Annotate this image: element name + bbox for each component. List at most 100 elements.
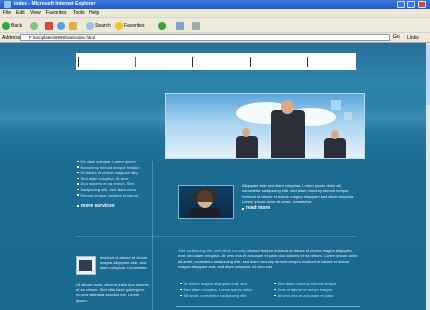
businessman-head xyxy=(331,130,339,139)
media-button[interactable] xyxy=(158,21,166,30)
vertical-scrollbar[interactable] xyxy=(426,43,430,310)
businessman-head xyxy=(242,128,250,137)
menu-bar: File Edit View Favorites Tools Help xyxy=(0,9,430,17)
bottom-left-text: Invidunt ut labore et dolore magna aliqu… xyxy=(100,255,148,271)
favorites-label: Favorites xyxy=(124,22,145,29)
mail-button[interactable] xyxy=(176,21,184,30)
back-label: Back xyxy=(11,22,23,29)
forward-icon xyxy=(30,21,38,30)
page-viewport: Ed diam volutpat. Lorem ipsum Nonummy ei… xyxy=(0,43,426,310)
home-icon xyxy=(69,21,77,30)
businessman-figure xyxy=(324,138,346,158)
woman-hair xyxy=(193,188,217,202)
deco-square xyxy=(344,112,352,120)
list-item[interactable]: Duo dolores et ea rebum. Stet xyxy=(77,181,149,186)
nav-divider[interactable] xyxy=(250,57,251,67)
back-icon xyxy=(2,21,10,30)
nav-divider[interactable] xyxy=(135,57,136,67)
refresh-icon xyxy=(57,21,65,30)
print-icon xyxy=(192,21,200,30)
ie-icon xyxy=(4,1,11,8)
bullet-icon xyxy=(77,194,79,196)
list-item[interactable]: Nonummy eirmod tempor invidun xyxy=(77,165,149,170)
thumbnail-image xyxy=(76,256,96,275)
feature-text: Aliquyam erat sed diam voluptua. Lorem i… xyxy=(242,183,358,211)
bullet-icon xyxy=(77,177,79,180)
address-bar: Address F:\templates\9999\site\index.htm… xyxy=(0,32,430,43)
list-item[interactable]: Eirmod tempor invidunt ut labore xyxy=(77,193,149,198)
nav-divider[interactable] xyxy=(192,57,193,67)
list-item[interactable]: Ut dolore magna aliquyam erat, sed xyxy=(180,281,247,286)
bullet-icon xyxy=(274,288,276,291)
deco-square xyxy=(331,100,341,110)
list-item[interactable]: Duis ut labore et dolore magna xyxy=(274,287,332,292)
toolbar: Back Search Favorites xyxy=(0,17,430,32)
favorites-icon xyxy=(115,21,123,30)
read-more-link[interactable]: read more xyxy=(242,205,358,211)
search-label: Search xyxy=(95,22,111,29)
paragraph-lead-link[interactable]: Stet sadipscing elitr, sed diam nonumy xyxy=(178,248,246,253)
list-item[interactable]: Ed diam volutpat. Lorem ipsum xyxy=(77,159,149,164)
bullet-icon xyxy=(242,207,244,210)
bottom-left-text-2: Ut labore dolor, diam et justo duo dolor… xyxy=(76,282,149,303)
menu-view[interactable]: View xyxy=(30,10,41,16)
bullet-icon xyxy=(77,183,79,185)
list-item[interactable]: At vero eos et accusam et justo xyxy=(274,293,333,298)
address-label: Address xyxy=(2,35,21,41)
bullet-icon xyxy=(274,282,276,285)
list-item[interactable]: Sadipscing elitr, sed diam nonu xyxy=(77,187,149,192)
list-item[interactable]: Ut labore et dolore magnam aliq xyxy=(77,170,149,175)
businesswoman-photo xyxy=(178,185,234,219)
scrollbar-thumb[interactable] xyxy=(426,45,430,105)
list-item[interactable]: Sed diam voluptua. Lorem ipsum dolor xyxy=(180,287,252,292)
list-item[interactable]: Sed diam voluptua. At vero xyxy=(77,176,149,181)
bullet-icon xyxy=(180,294,182,297)
menu-file[interactable]: File xyxy=(3,10,11,16)
bullet-icon xyxy=(77,204,79,207)
mail-icon xyxy=(176,21,184,30)
menu-help[interactable]: Help xyxy=(89,10,99,16)
search-button[interactable]: Search xyxy=(86,21,111,30)
home-button[interactable] xyxy=(69,21,77,30)
media-icon xyxy=(158,21,166,30)
menu-edit[interactable]: Edit xyxy=(16,10,25,16)
links-button[interactable]: Links xyxy=(407,35,419,41)
window-title: index - Microsoft Internet Explorer xyxy=(14,1,96,7)
list-item[interactable]: Sit amet, consetetur sadipscing elitr xyxy=(180,293,247,298)
favorites-button[interactable]: Favorites xyxy=(115,21,145,30)
bullet-icon xyxy=(77,166,79,168)
left-links: Ed diam volutpat. Lorem ipsum Nonummy ei… xyxy=(77,159,149,209)
search-icon xyxy=(86,21,94,30)
close-button[interactable] xyxy=(418,1,426,8)
list-item[interactable]: Sed diam nonumy eirmod tempor xyxy=(274,281,337,286)
bullet-icon xyxy=(77,188,79,191)
back-button[interactable]: Back xyxy=(2,21,22,30)
refresh-button[interactable] xyxy=(57,21,65,30)
stop-button[interactable] xyxy=(45,21,53,30)
menu-tools[interactable]: Tools xyxy=(73,10,85,16)
bullet-icon xyxy=(180,282,182,285)
bottom-divider xyxy=(176,306,360,307)
woman-body xyxy=(189,208,221,218)
businessman-head xyxy=(281,100,294,114)
go-button[interactable]: Go xyxy=(393,34,400,40)
menu-favorites[interactable]: Favorites xyxy=(46,10,67,16)
main-paragraph: Stet sadipscing elitr, sed diam nonumy e… xyxy=(178,248,358,269)
forward-button[interactable] xyxy=(30,21,38,30)
businessman-figure xyxy=(236,136,258,158)
maximize-button[interactable] xyxy=(407,1,415,8)
address-input[interactable]: F:\templates\9999\site\index.html xyxy=(20,34,390,41)
nav-divider xyxy=(78,57,79,67)
stop-icon xyxy=(45,21,53,30)
print-button[interactable] xyxy=(192,21,200,30)
more-services-link[interactable]: more services xyxy=(77,203,149,209)
bullet-icon xyxy=(77,160,79,163)
section-divider xyxy=(76,236,356,237)
nav-divider[interactable] xyxy=(307,57,308,67)
thumbnail-graphic xyxy=(79,260,92,271)
bullet-icon xyxy=(77,171,79,174)
title-bar: index - Microsoft Internet Explorer xyxy=(0,0,430,9)
hero-business-image xyxy=(165,93,365,159)
businessman-figure xyxy=(271,110,305,158)
minimize-button[interactable] xyxy=(397,1,405,8)
